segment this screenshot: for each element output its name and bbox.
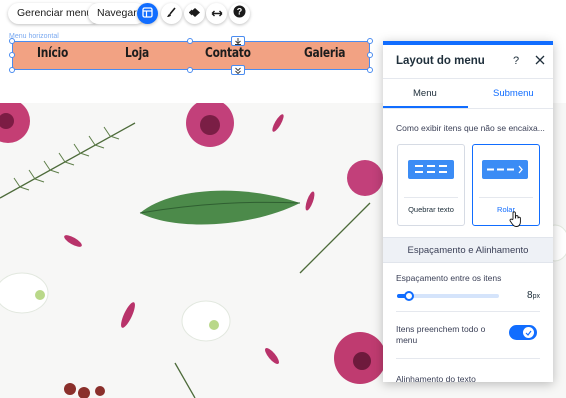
fill-menu-label: Itens preenchem todo o menu [396,324,486,345]
stretch-top-handle[interactable] [231,36,245,46]
resize-handle-top[interactable] [187,38,193,44]
spacing-unit: px [532,293,540,300]
tab-menu[interactable]: Menu [413,88,437,99]
stretch-button[interactable] [206,3,227,24]
card-divider [479,197,533,198]
panel-help-button[interactable]: ? [513,55,519,67]
overflow-question: Como exibir itens que não se encaixa... [396,123,545,133]
hand-cursor-icon [509,211,523,232]
resize-handle-right[interactable] [367,52,373,58]
spacing-alignment-section: Espaçamento e Alinhamento [383,237,553,263]
menu-element-tag: Menu horizontal [9,33,59,40]
panel-header: Layout do menu ? [383,45,553,79]
resize-handle-top-right[interactable] [367,38,373,44]
layout-button[interactable] [137,3,158,24]
panel-title: Layout do menu [396,55,485,67]
svg-text:?: ? [237,6,243,16]
layout-icon [142,5,153,23]
close-icon[interactable] [534,53,546,65]
paint-brush-icon [166,5,177,23]
resize-handle-left[interactable] [9,52,15,58]
menu-item-contact[interactable]: Contato [205,46,251,61]
overflow-option-wrap-label: Quebrar texto [408,205,454,214]
scroll-illustration [482,160,528,179]
menu-item-home[interactable]: Início [37,46,68,61]
help-button[interactable]: ? [229,3,250,24]
arrow-down-icon [235,37,241,45]
overflow-option-wrap[interactable]: Quebrar texto [397,144,465,226]
spacing-slider[interactable] [397,291,499,301]
resize-handle-bottom-right[interactable] [367,67,373,73]
row-divider [396,358,540,359]
design-button[interactable] [161,3,182,24]
resize-handle-bottom[interactable] [187,67,193,73]
help-icon: ? [233,5,246,23]
active-tab-indicator [383,106,468,108]
stretch-icon [211,5,223,23]
horizontal-menu[interactable]: Início Loja Contato Galeria [12,41,370,70]
animation-button[interactable] [184,3,205,24]
section-title: Espaçamento e Alinhamento [407,245,529,256]
animation-icon [188,5,201,23]
arrow-down-icon [235,67,241,74]
fill-menu-toggle[interactable] [509,325,537,340]
menu-layout-panel: Layout do menu ? Menu Submenu Como exibi… [383,41,553,382]
check-icon [523,327,534,338]
menu-item-shop[interactable]: Loja [125,46,149,61]
panel-tabs: Menu Submenu [383,80,553,109]
spacing-value-input[interactable]: 8px [527,290,540,301]
spacing-slider-handle[interactable] [404,291,414,301]
editor-canvas[interactable]: Gerenciar menu Navegar ? Menu horizontal… [0,0,566,398]
text-alignment-label: Alinhamento do texto [396,374,476,382]
stretch-bottom-handle[interactable] [231,65,245,75]
card-divider [404,197,458,198]
row-divider [396,311,540,312]
spacing-label: Espaçamento entre os itens [396,273,502,283]
wrap-text-illustration [408,160,454,179]
menu-item-gallery[interactable]: Galeria [304,46,345,61]
tab-submenu[interactable]: Submenu [493,88,534,99]
resize-handle-bottom-left[interactable] [9,67,15,73]
overflow-option-scroll-label: Rolar [497,205,515,214]
resize-handle-top-left[interactable] [9,38,15,44]
overflow-option-scroll[interactable]: Rolar [472,144,540,227]
